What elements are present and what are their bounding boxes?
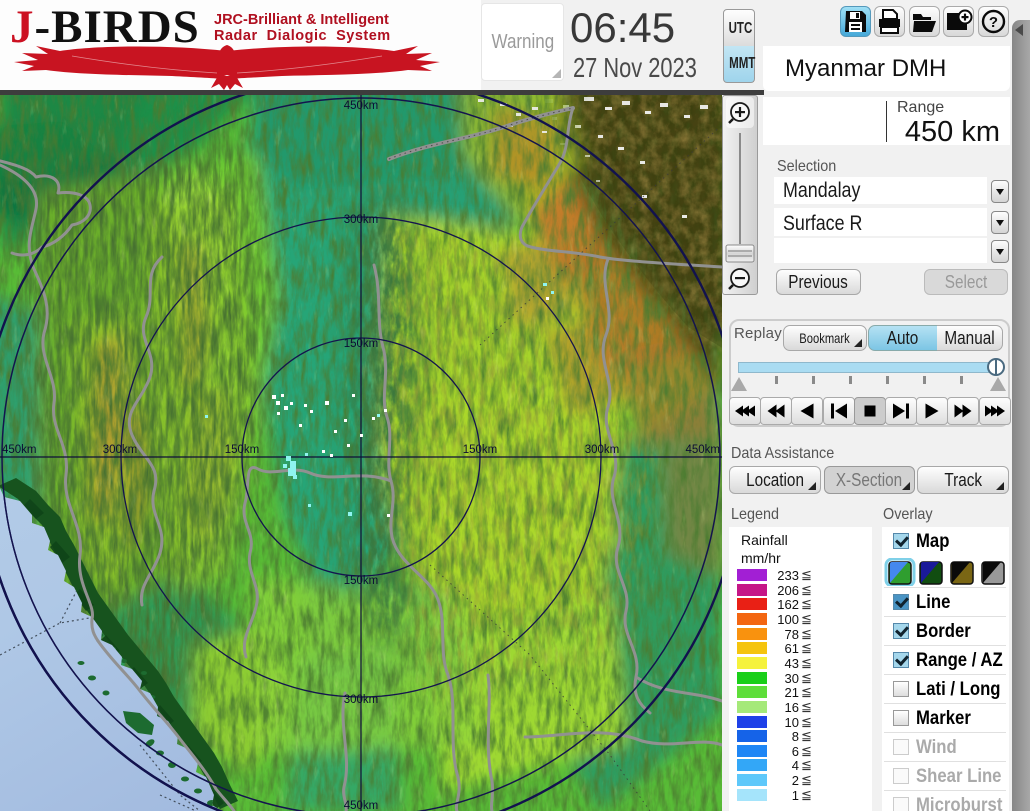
- svg-text:150km: 150km: [463, 444, 498, 456]
- svg-text:150km: 150km: [225, 444, 260, 456]
- svg-text:300km: 300km: [344, 214, 379, 226]
- svg-text:150km: 150km: [344, 575, 379, 587]
- svg-text:450km: 450km: [344, 100, 379, 112]
- svg-text:?: ?: [989, 14, 998, 31]
- svg-text:300km: 300km: [103, 444, 138, 456]
- svg-text:450km: 450km: [344, 800, 379, 811]
- svg-text:300km: 300km: [344, 694, 379, 706]
- svg-text:150km: 150km: [344, 338, 379, 350]
- svg-text:450km: 450km: [2, 444, 37, 456]
- svg-text:300km: 300km: [585, 444, 620, 456]
- svg-text:450km: 450km: [685, 444, 720, 456]
